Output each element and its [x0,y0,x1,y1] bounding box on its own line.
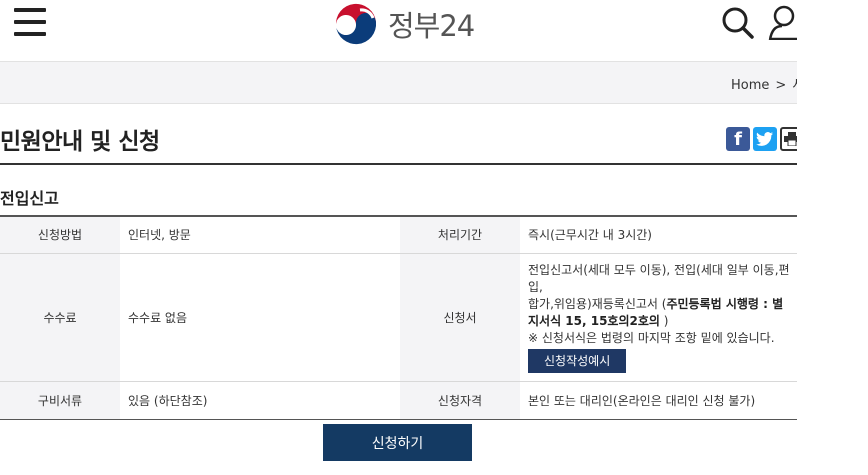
form-text-line1: 전입신고서(세대 모두 이동), 전입(세대 일부 이동,편입, [528,262,790,294]
table-row: 구비서류 있음 (하단참조) 신청자격 본인 또는 대리인(온라인은 대리인 신… [0,380,797,419]
breadcrumb-separator: > [775,78,787,93]
row-label-eligibility: 신청자격 [400,380,520,419]
taegeuk-logo-icon [335,3,377,45]
apply-button[interactable]: 신청하기 [323,424,472,461]
search-icon[interactable] [721,6,755,40]
row-value-eligibility: 본인 또는 대리인(온라인은 대리인 신청 불가) [520,380,797,419]
table-row: 신청방법 인터넷, 방문 처리기간 즉시(근무시간 내 3시간) [0,216,797,253]
twitter-share-button[interactable] [753,127,777,151]
viewport: 정부24 Home>서 민원안내 및 신청 f 전입신 [0,0,797,475]
breadcrumb-next[interactable]: 서 [792,78,797,93]
hamburger-menu-icon[interactable] [14,8,46,36]
site-header: 정부24 [0,0,797,60]
facebook-share-button[interactable]: f [726,127,750,151]
row-value-fee: 수수료 없음 [120,252,400,381]
row-label-documents: 구비서류 [0,380,120,419]
print-button[interactable] [780,127,797,151]
breadcrumb-bar: Home > 서 [0,61,797,104]
site-logo[interactable]: 정부24 [330,0,475,48]
print-icon [784,132,797,146]
page-title: 민원안내 및 신청 [0,129,160,155]
row-label-fee: 수수료 [0,252,120,381]
info-table: 신청방법 인터넷, 방문 처리기간 즉시(근무시간 내 3시간) 수수료 수수료… [0,215,797,420]
twitter-bird-icon [756,132,773,146]
logo-text: 정부24 [388,9,475,43]
form-text-line2: 합가,위임용)재등록신고서 ( [528,296,667,311]
form-sample-button[interactable]: 신청작성예시 [528,348,627,373]
form-text-tail: ) [659,313,669,328]
table-row: 수수료 수수료 없음 신청서 전입신고서(세대 모두 이동), 전입(세대 일부… [0,252,797,381]
share-buttons: f [726,127,797,151]
row-value-method: 인터넷, 방문 [128,228,191,243]
user-icon[interactable] [768,4,797,40]
breadcrumb-home[interactable]: Home [731,78,769,93]
row-value-form: 전입신고서(세대 모두 이동), 전입(세대 일부 이동,편입, 합가,위임용)… [520,252,797,381]
breadcrumb: Home > 서 [731,74,797,93]
section-title: 전입신고 [0,189,59,208]
row-value-documents: 있음 (하단참조) [120,380,400,419]
row-label-period: 처리기간 [400,216,520,253]
title-divider [0,163,797,165]
facebook-icon: f [734,128,742,150]
form-note: ※ 신청서식은 법령의 마지막 조항 밑에 있습니다. [528,330,775,345]
row-label-form: 신청서 [400,252,520,381]
row-label-method: 신청방법 [0,216,120,253]
row-value-period: 즉시(근무시간 내 3시간) [528,228,652,243]
